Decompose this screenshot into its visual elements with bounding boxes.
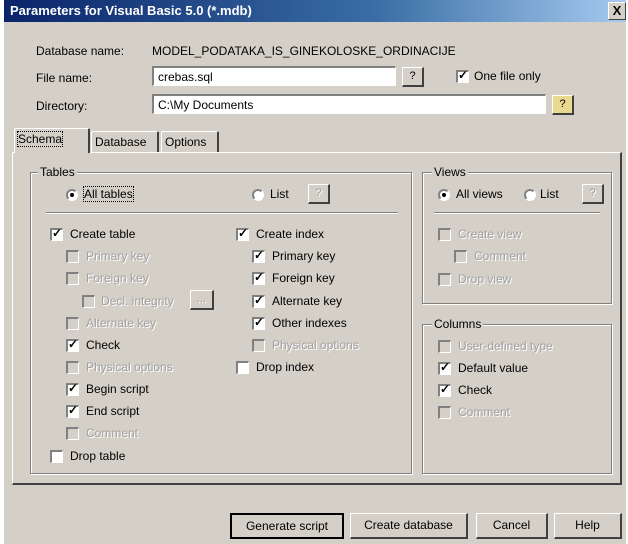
- tables-separator: [46, 212, 398, 214]
- directory-label: Directory:: [36, 99, 88, 113]
- help-button[interactable]: Help: [554, 513, 622, 539]
- drop-view-label: Drop view: [458, 272, 512, 286]
- drop-table-label: Drop table: [70, 449, 126, 463]
- alternate-key-label: Alternate key: [86, 316, 157, 330]
- window-title: Parameters for Visual Basic 5.0 (*.mdb): [10, 3, 252, 18]
- tables-group-label: Tables: [38, 165, 77, 179]
- close-button[interactable]: X: [608, 2, 626, 20]
- tab-schema[interactable]: Schema: [14, 128, 90, 153]
- user-defined-type-checkbox[interactable]: [438, 340, 451, 353]
- begin-script-checkbox[interactable]: ✓: [66, 381, 79, 396]
- views-separator: [434, 212, 600, 214]
- drop-view-checkbox[interactable]: [438, 273, 451, 286]
- check-mark-icon: ✓: [458, 68, 469, 82]
- all-views-label: All views: [456, 187, 503, 201]
- create-database-button[interactable]: Create database: [350, 513, 468, 539]
- file-browse-button[interactable]: ?: [402, 67, 424, 87]
- primary-key-label: Primary key: [86, 249, 150, 263]
- views-group-label: Views: [432, 165, 468, 179]
- index-primary-key-label: Primary key: [272, 249, 336, 263]
- index-foreign-key-label: Foreign key: [272, 271, 335, 285]
- physical-options-label: Physical options: [86, 360, 173, 374]
- folder-icon: ?: [559, 98, 566, 110]
- physical-options-checkbox[interactable]: [66, 361, 79, 374]
- views-list-button[interactable]: ?: [582, 184, 604, 204]
- file-name-input[interactable]: crebas.sql: [152, 66, 396, 86]
- other-indexes-label: Other indexes: [272, 316, 347, 330]
- alternate-key-checkbox[interactable]: [66, 317, 79, 330]
- browse-icon: ?: [409, 70, 416, 82]
- column-comment-checkbox[interactable]: [438, 406, 451, 419]
- user-defined-type-label: User-defined type: [458, 339, 553, 353]
- comment-label: Comment: [86, 426, 139, 440]
- decl-integrity-checkbox[interactable]: [82, 295, 95, 308]
- create-view-checkbox[interactable]: [438, 228, 451, 241]
- foreign-key-checkbox[interactable]: [66, 272, 79, 285]
- column-comment-label: Comment: [458, 405, 511, 419]
- drop-index-checkbox[interactable]: [236, 361, 249, 374]
- tables-list-radio[interactable]: [252, 189, 264, 201]
- all-views-radio[interactable]: [438, 189, 450, 201]
- tab-database[interactable]: Database: [91, 131, 159, 153]
- column-check-checkbox[interactable]: ✓: [438, 382, 451, 397]
- database-name-label: Database name:: [36, 44, 125, 58]
- all-tables-radio[interactable]: [66, 189, 78, 201]
- create-index-label: Create index: [256, 227, 325, 241]
- default-value-label: Default value: [458, 361, 529, 375]
- title-bar[interactable]: Parameters for Visual Basic 5.0 (*.mdb) …: [4, 0, 626, 22]
- view-comment-checkbox[interactable]: [454, 250, 467, 263]
- begin-script-label: Begin script: [86, 382, 149, 396]
- all-tables-label: All tables: [83, 186, 134, 202]
- database-name-value: MODEL_PODATAKA_IS_GINEKOLOSKE_ORDINACIJE: [152, 44, 456, 58]
- index-alternate-key-checkbox[interactable]: ✓: [252, 293, 265, 308]
- view-comment-label: Comment: [474, 249, 527, 263]
- index-primary-key-checkbox[interactable]: ✓: [252, 248, 265, 263]
- one-file-only-checkbox[interactable]: ✓: [456, 68, 469, 83]
- create-view-label: Create view: [458, 227, 522, 241]
- decl-integrity-label: Decl. integrity: [101, 294, 174, 308]
- other-indexes-checkbox[interactable]: ✓: [252, 315, 265, 330]
- column-check-label: Check: [458, 383, 493, 397]
- foreign-key-label: Foreign key: [86, 271, 149, 285]
- views-list-radio[interactable]: [524, 189, 536, 201]
- dialog-window: Parameters for Visual Basic 5.0 (*.mdb) …: [4, 0, 626, 544]
- primary-key-checkbox[interactable]: [66, 250, 79, 263]
- tables-list-label: List: [270, 187, 289, 201]
- tables-list-button[interactable]: ?: [308, 184, 330, 204]
- file-name-label: File name:: [36, 71, 93, 85]
- directory-browse-button[interactable]: ?: [552, 95, 574, 115]
- index-alternate-key-label: Alternate key: [272, 294, 343, 308]
- views-list-label: List: [540, 187, 559, 201]
- directory-input[interactable]: C:\My Documents: [152, 94, 546, 114]
- drop-index-label: Drop index: [256, 360, 315, 374]
- columns-group-label: Columns: [432, 317, 484, 331]
- tab-options[interactable]: Options: [161, 131, 219, 153]
- create-index-checkbox[interactable]: ✓: [236, 226, 249, 241]
- end-script-label: End script: [86, 404, 140, 418]
- generate-script-button[interactable]: Generate script: [230, 513, 344, 539]
- comment-checkbox[interactable]: [66, 427, 79, 440]
- end-script-checkbox[interactable]: ✓: [66, 403, 79, 418]
- index-physical-options-label: Physical options: [272, 338, 359, 352]
- index-foreign-key-checkbox[interactable]: ✓: [252, 270, 265, 285]
- default-value-checkbox[interactable]: ✓: [438, 360, 451, 375]
- check-label: Check: [86, 338, 121, 352]
- decl-integrity-button[interactable]: ...: [190, 290, 214, 310]
- create-table-checkbox[interactable]: ✓: [50, 226, 63, 241]
- cancel-button[interactable]: Cancel: [476, 513, 548, 539]
- create-table-label: Create table: [70, 227, 136, 241]
- close-icon: X: [612, 3, 622, 18]
- drop-table-checkbox[interactable]: [50, 450, 63, 463]
- one-file-only-label: One file only: [474, 69, 541, 83]
- index-physical-options-checkbox[interactable]: [252, 339, 265, 352]
- check-checkbox[interactable]: ✓: [66, 337, 79, 352]
